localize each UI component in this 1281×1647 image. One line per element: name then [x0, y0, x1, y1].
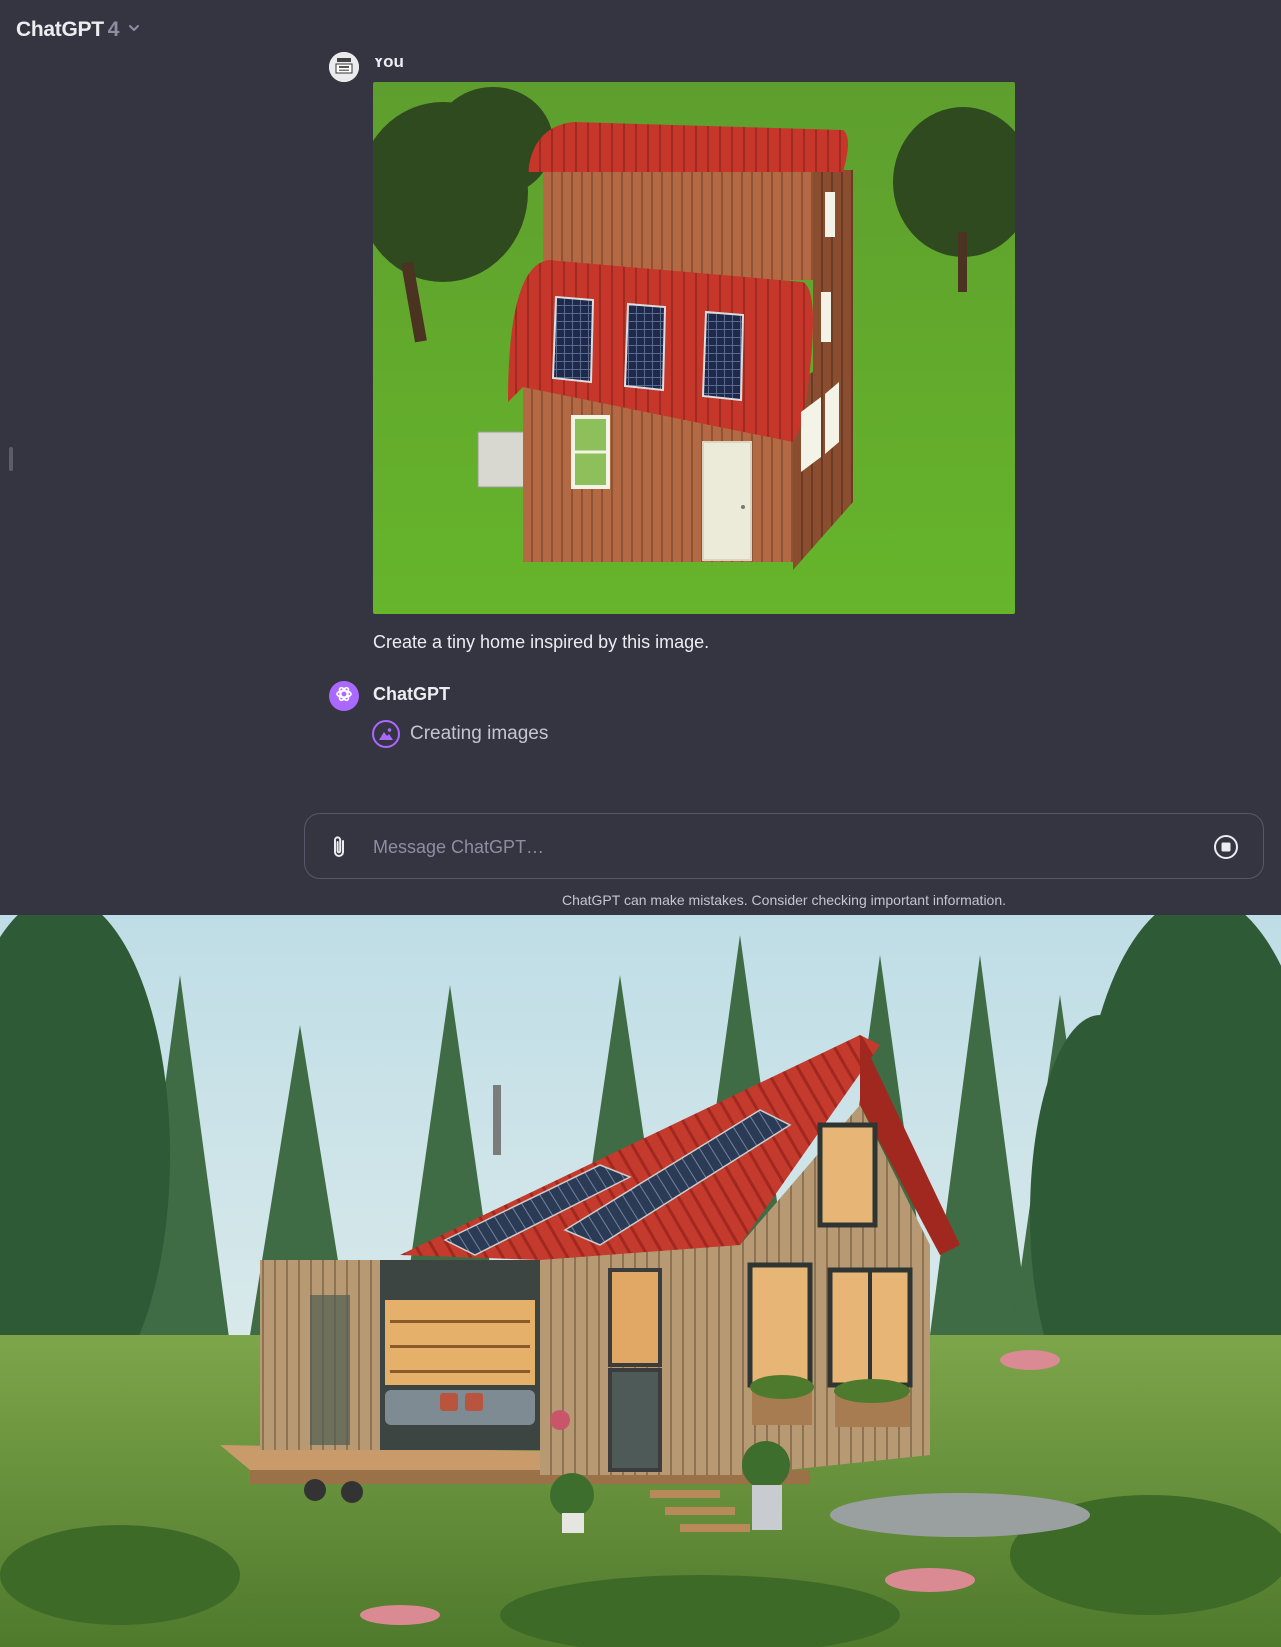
- assistant-name: ChatGPT: [373, 684, 451, 704]
- chat-app: ChatGPT 4 You Create a tiny home inspire…: [0, 0, 1281, 915]
- chevron-down-icon: [125, 21, 141, 40]
- openai-logo-icon: [334, 684, 354, 709]
- message-input[interactable]: [373, 828, 1193, 866]
- uploaded-image[interactable]: [373, 82, 1015, 614]
- creating-images-status: Creating images: [372, 720, 548, 748]
- model-version: 4: [107, 18, 120, 41]
- creating-status-label: Creating images: [410, 723, 549, 744]
- message-composer: [304, 813, 1264, 879]
- user-avatar: [329, 52, 359, 82]
- stop-icon[interactable]: [1213, 834, 1239, 860]
- generated-image[interactable]: [0, 915, 1281, 1647]
- user-name: You: [373, 52, 404, 71]
- model-selector[interactable]: ChatGPT 4: [16, 18, 141, 42]
- sidebar-toggle-handle[interactable]: [9, 447, 13, 471]
- disclaimer-text: ChatGPT can make mistakes. Consider chec…: [561, 892, 1007, 908]
- user-message-text: Create a tiny home inspired by this imag…: [373, 632, 710, 652]
- image-icon: [372, 720, 400, 748]
- model-name: ChatGPT: [16, 18, 104, 41]
- paperclip-icon[interactable]: [327, 834, 353, 860]
- assistant-avatar: [329, 681, 359, 711]
